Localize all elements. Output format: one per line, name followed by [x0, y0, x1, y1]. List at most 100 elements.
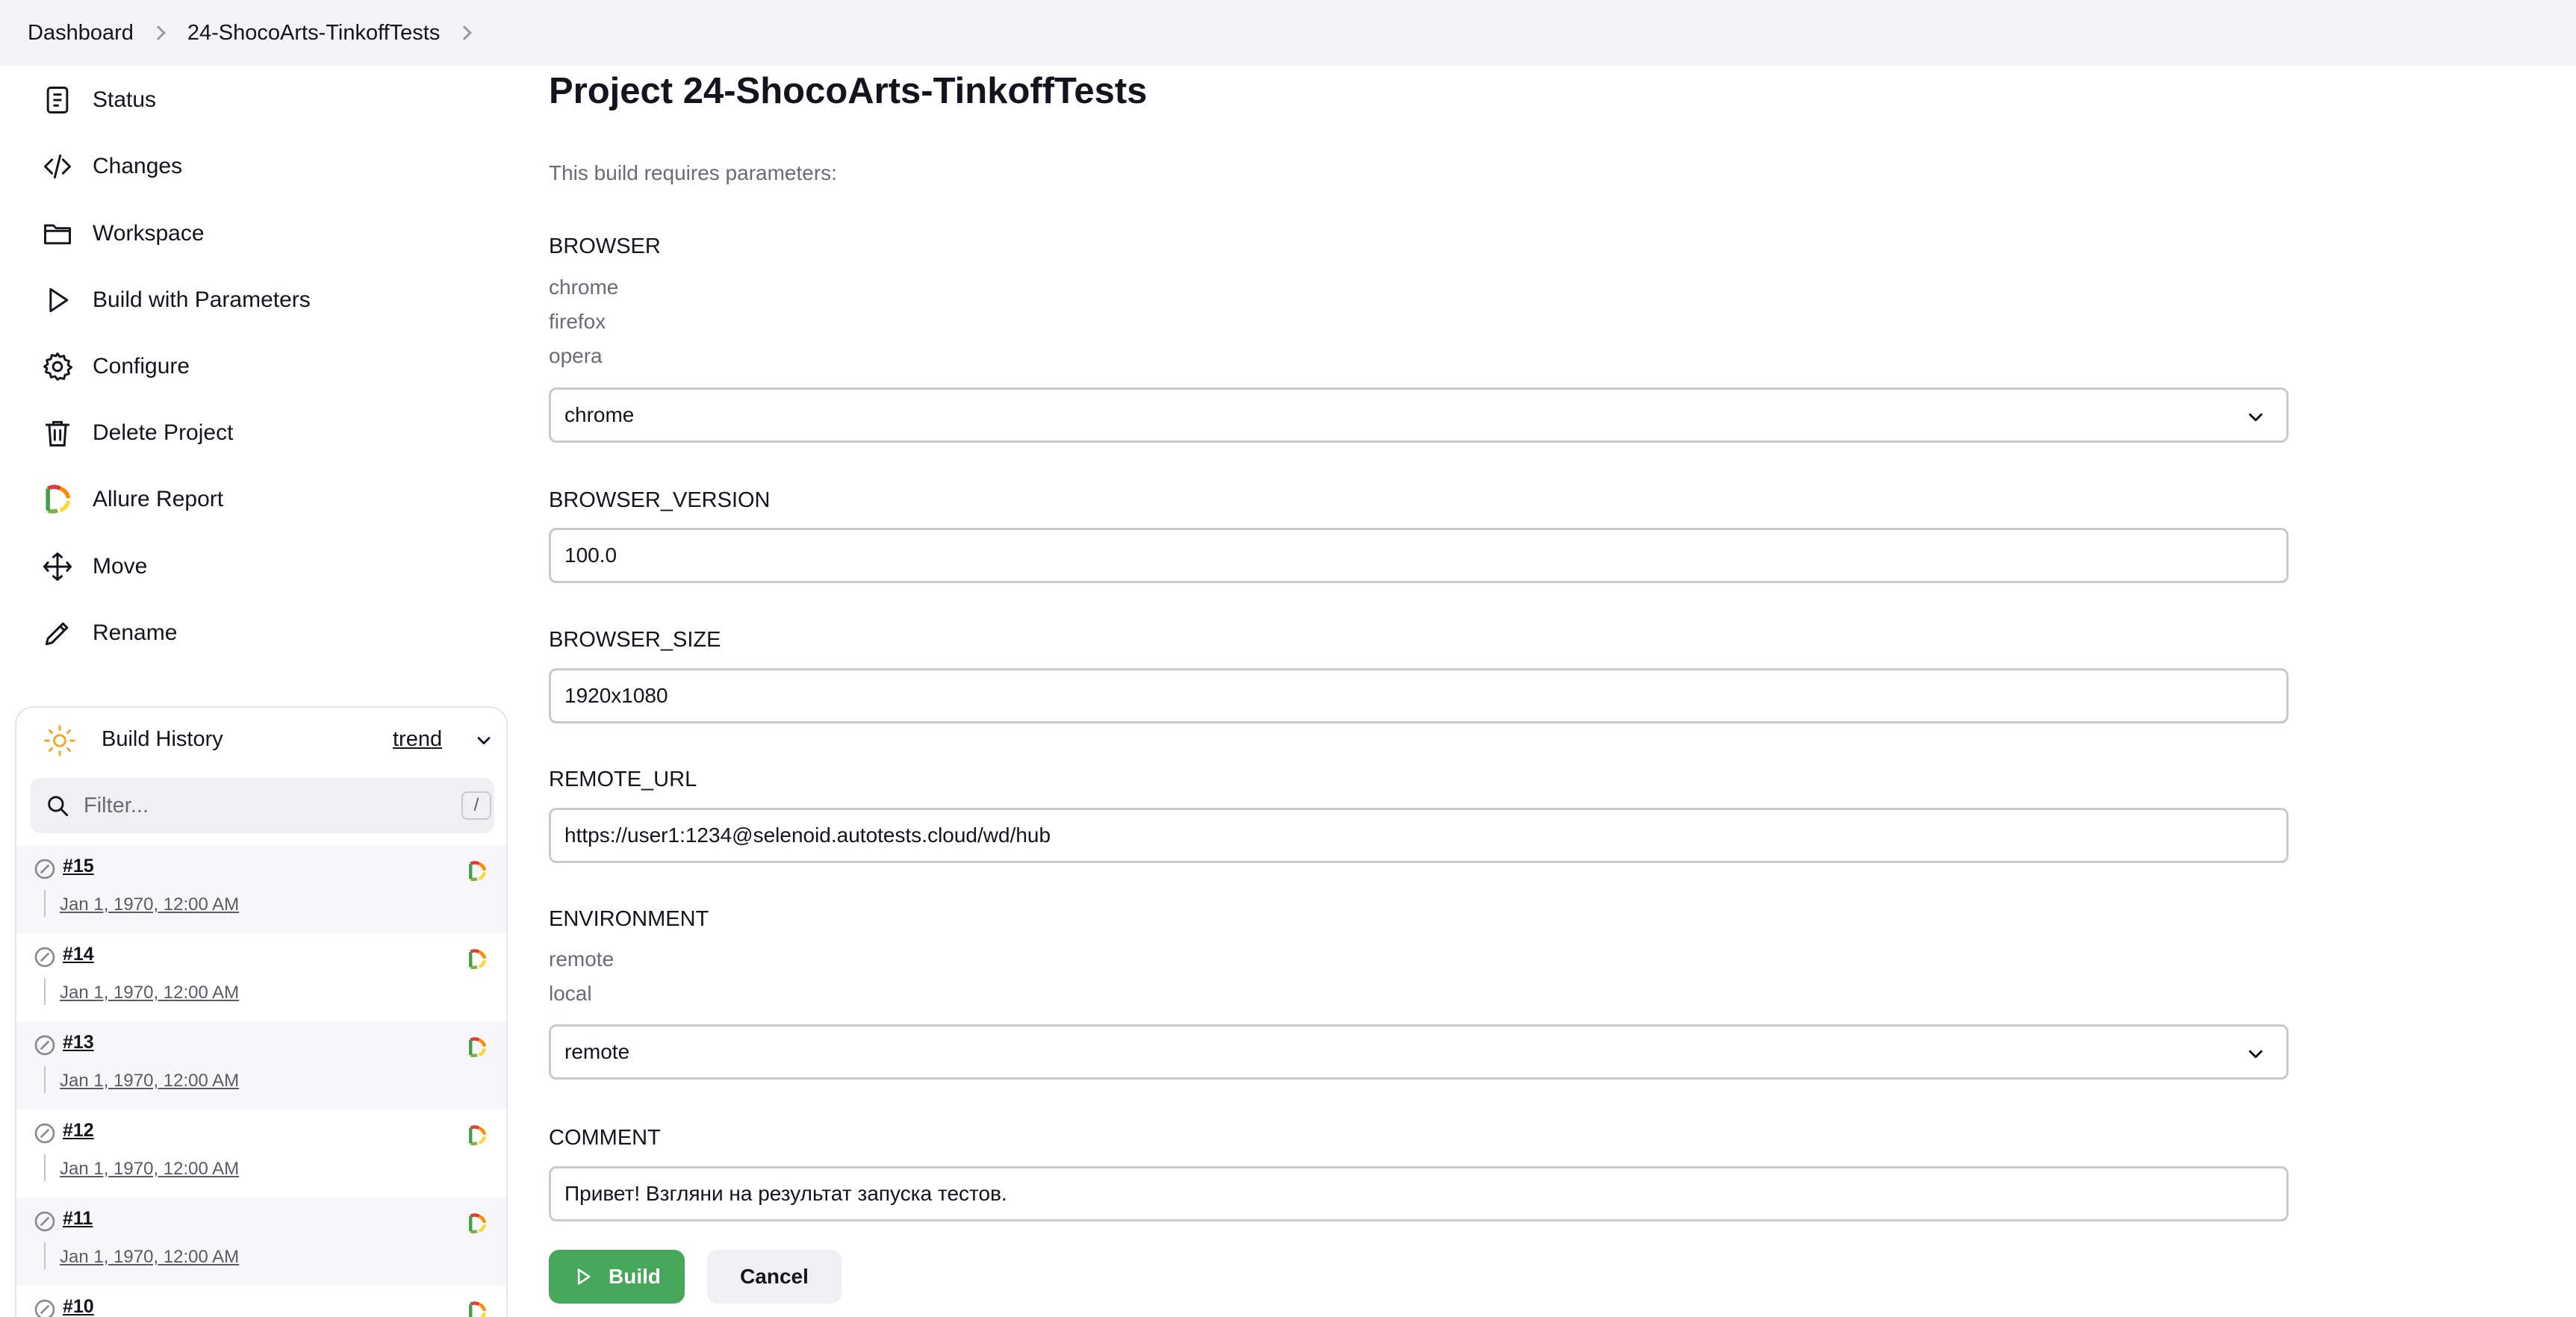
build-number-link[interactable]: #12: [63, 1120, 94, 1142]
select-value: chrome: [564, 403, 635, 426]
param-label-browser-version: BROWSER_VERSION: [549, 488, 771, 512]
sidebar-item-delete-project[interactable]: Delete Project: [40, 409, 458, 457]
pencil-icon: [40, 616, 75, 650]
cancel-button[interactable]: Cancel: [707, 1250, 841, 1304]
sidebar-item-label: Configure: [93, 354, 190, 379]
allure-icon[interactable]: [466, 1124, 488, 1147]
sun-icon: [44, 725, 75, 756]
not-built-icon: [34, 1299, 55, 1317]
parameters-intro: This build requires parameters:: [549, 161, 837, 184]
allure-icon[interactable]: [466, 948, 488, 971]
sidebar-item-label: Delete Project: [93, 420, 234, 445]
chevron-right-icon[interactable]: [457, 25, 473, 40]
sidebar-item-label: Workspace: [93, 221, 205, 246]
breadcrumb-project[interactable]: 24-ShocoArts-TinkoffTests: [187, 21, 440, 46]
remote-url-input[interactable]: https://user1:1234@selenoid.autotests.cl…: [549, 808, 2289, 863]
build-row: #14 Jan 1, 1970, 12:00 AM: [16, 933, 506, 1021]
sidebar-item-move[interactable]: Move: [40, 543, 458, 591]
build-date-link[interactable]: Jan 1, 1970, 12:00 AM: [60, 983, 239, 1003]
cancel-button-label: Cancel: [740, 1265, 809, 1288]
build-number-link[interactable]: #14: [63, 944, 94, 965]
input-value: 100.0: [564, 544, 617, 567]
input-value: https://user1:1234@selenoid.autotests.cl…: [564, 823, 1051, 847]
allure-icon[interactable]: [466, 860, 488, 882]
param-label-comment: COMMENT: [549, 1126, 661, 1150]
build-row: #15 Jan 1, 1970, 12:00 AM: [16, 845, 506, 933]
allure-icon: [40, 482, 75, 517]
build-button-label: Build: [609, 1265, 661, 1288]
play-icon: [40, 283, 75, 317]
input-value: Привет! Взгляни на результат запуска тес…: [564, 1182, 1007, 1205]
build-number-link[interactable]: #13: [63, 1032, 94, 1053]
build-history-title: Build History: [102, 727, 223, 751]
status-icon: [40, 83, 75, 117]
chevron-down-icon[interactable]: [473, 730, 494, 751]
build-number-link[interactable]: #11: [63, 1208, 93, 1230]
build-history-header: Build History trend: [16, 708, 506, 769]
sidebar-item-label: Move: [93, 554, 148, 579]
play-icon: [577, 1268, 591, 1285]
sidebar-item-allure-report[interactable]: Allure Report: [40, 476, 458, 523]
allure-icon[interactable]: [466, 1036, 488, 1059]
build-date-link[interactable]: Jan 1, 1970, 12:00 AM: [60, 1247, 239, 1268]
build-date-link[interactable]: Jan 1, 1970, 12:00 AM: [60, 1159, 239, 1180]
build-button[interactable]: Build: [549, 1250, 685, 1304]
build-row: #13 Jan 1, 1970, 12:00 AM: [16, 1021, 506, 1109]
not-built-icon: [34, 947, 55, 968]
sidebar-item-changes[interactable]: Changes: [40, 143, 458, 190]
browser-version-input[interactable]: 100.0: [549, 528, 2289, 583]
build-row: #10: [16, 1286, 506, 1317]
breadcrumb-dashboard[interactable]: Dashboard: [28, 21, 134, 46]
sidebar-item-status[interactable]: Status: [40, 76, 458, 124]
param-label-browser: BROWSER: [549, 234, 661, 258]
search-icon: [48, 796, 69, 817]
allure-icon[interactable]: [466, 1301, 488, 1317]
browser-select[interactable]: chrome: [549, 387, 2289, 443]
sidebar-item-label: Changes: [93, 154, 183, 178]
sidebar-item-label: Status: [93, 87, 157, 112]
move-icon: [40, 549, 75, 584]
build-row: #12 Jan 1, 1970, 12:00 AM: [16, 1109, 506, 1198]
not-built-icon: [34, 1211, 55, 1232]
build-filter: /: [30, 778, 494, 833]
sidebar-item-label: Allure Report: [93, 487, 224, 511]
browser-size-input[interactable]: 1920x1080: [549, 668, 2289, 723]
build-history-panel: Build History trend / #15 Jan 1, 1970, 1…: [15, 706, 508, 1317]
chevron-right-icon: [150, 25, 166, 40]
timeline-line: [44, 1154, 46, 1181]
not-built-icon: [34, 1035, 55, 1056]
timeline-line: [44, 890, 46, 917]
environment-select[interactable]: remote: [549, 1024, 2289, 1080]
filter-input[interactable]: [84, 787, 427, 824]
trash-icon: [40, 416, 75, 450]
sidebar-item-configure[interactable]: Configure: [40, 343, 458, 390]
build-number-link[interactable]: #15: [63, 856, 94, 877]
chevron-down-icon: [2249, 413, 2262, 422]
build-number-link[interactable]: #10: [63, 1296, 94, 1317]
sidebar-item-rename[interactable]: Rename: [40, 609, 458, 657]
trend-link[interactable]: trend: [393, 727, 442, 752]
choice-option: chrome: [549, 275, 619, 299]
param-label-browser-size: BROWSER_SIZE: [549, 628, 721, 652]
sidebar-item-workspace[interactable]: Workspace: [40, 210, 458, 258]
allure-icon[interactable]: [466, 1212, 488, 1235]
comment-input[interactable]: Привет! Взгляни на результат запуска тес…: [549, 1166, 2289, 1221]
param-label-environment: ENVIRONMENT: [549, 907, 709, 931]
build-date-link[interactable]: Jan 1, 1970, 12:00 AM: [60, 1071, 239, 1092]
input-value: 1920x1080: [564, 684, 668, 707]
breadcrumb: Dashboard 24-ShocoArts-TinkoffTests: [0, 0, 2576, 66]
timeline-line: [44, 1242, 46, 1269]
sidebar-item-build-with-parameters[interactable]: Build with Parameters: [40, 276, 458, 324]
gear-icon: [40, 349, 75, 384]
not-built-icon: [34, 1123, 55, 1144]
param-description-environment: remote local: [549, 942, 614, 1011]
not-built-icon: [34, 859, 55, 879]
chevron-down-icon: [2249, 1050, 2262, 1059]
folder-icon: [40, 217, 75, 251]
param-label-remote-url: REMOTE_URL: [549, 768, 697, 791]
sidebar-item-label: Rename: [93, 620, 178, 645]
build-date-link[interactable]: Jan 1, 1970, 12:00 AM: [60, 894, 239, 915]
choice-option: opera: [549, 344, 603, 367]
sidebar-item-label: Build with Parameters: [93, 287, 311, 312]
select-value: remote: [564, 1040, 630, 1063]
